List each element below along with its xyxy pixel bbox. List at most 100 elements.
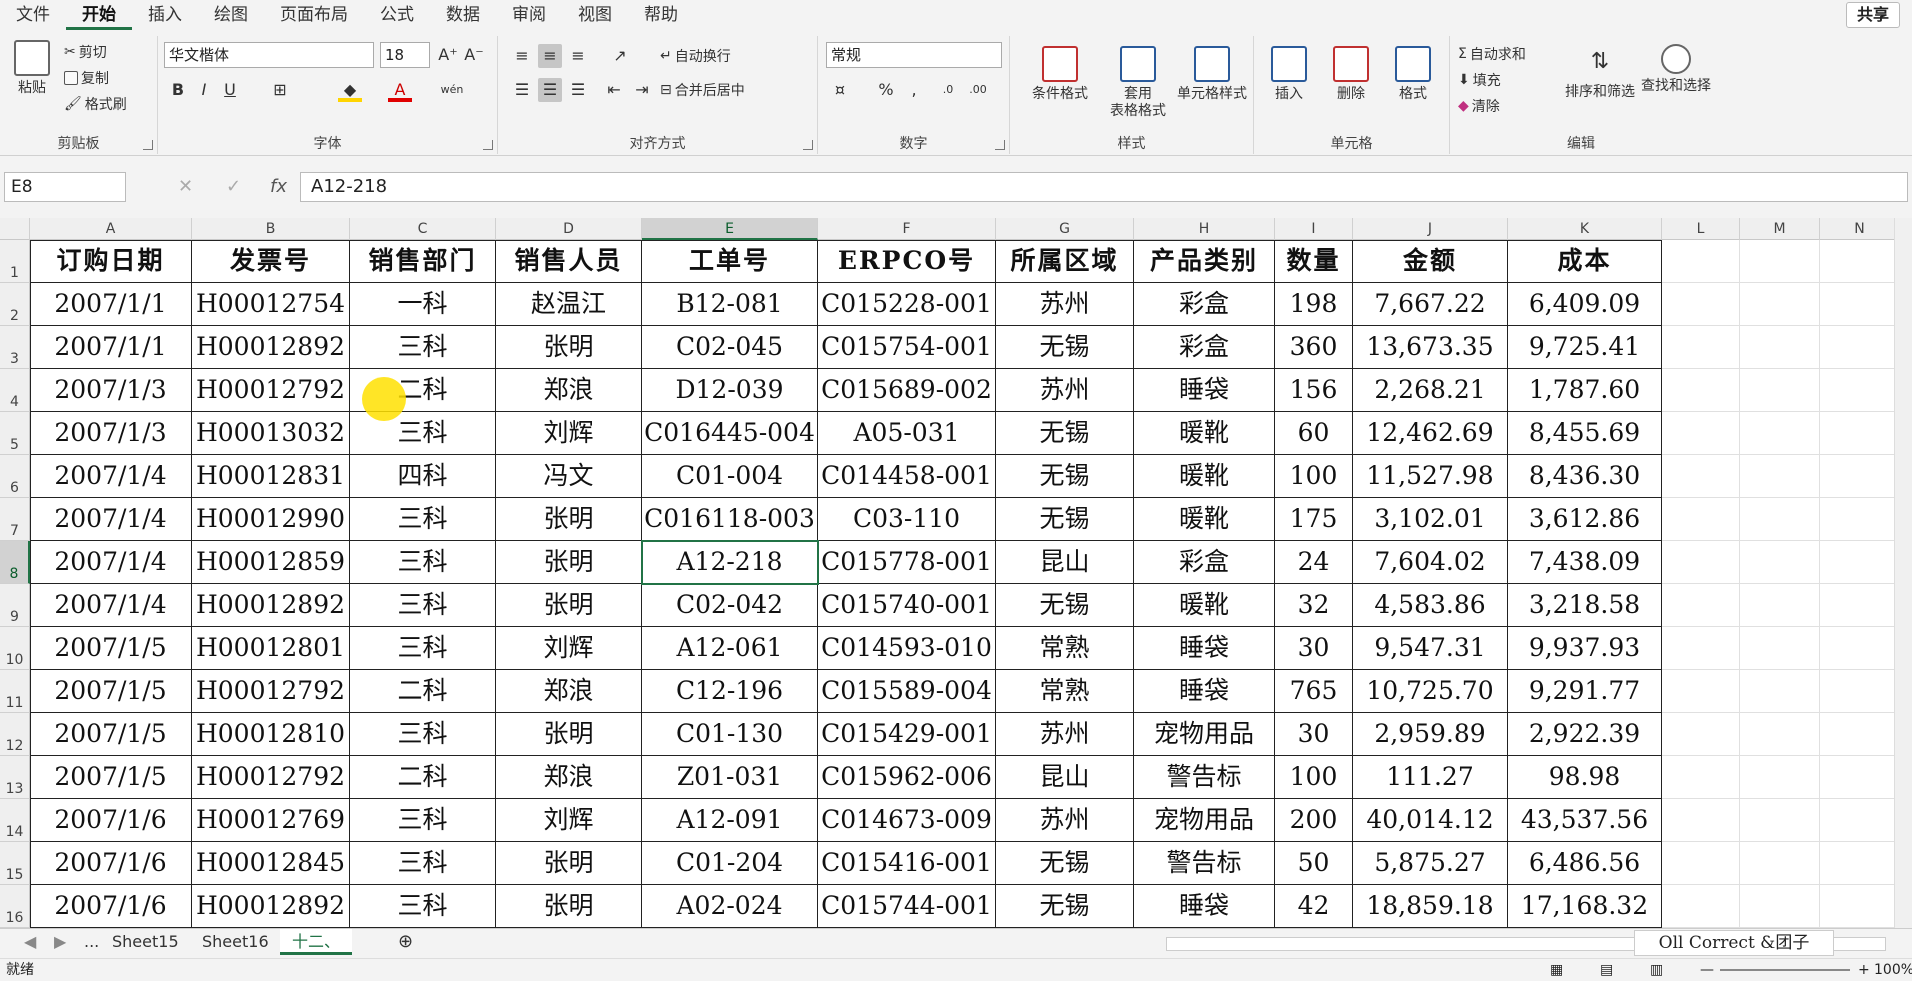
align-center-icon[interactable]: ☰	[538, 78, 562, 102]
table-cell[interactable]: A12-218	[642, 541, 818, 584]
table-cell[interactable]: 2007/1/6	[30, 799, 192, 842]
table-cell[interactable]: 2007/1/6	[30, 842, 192, 885]
table-cell[interactable]: 三科	[350, 885, 496, 928]
table-cell[interactable]: 8,455.69	[1508, 412, 1662, 455]
row-header[interactable]: 1	[0, 240, 30, 283]
table-cell[interactable]: Z01-031	[642, 756, 818, 799]
table-cell[interactable]: 常熟	[996, 627, 1134, 670]
table-cell[interactable]: 苏州	[996, 369, 1134, 412]
empty-cell[interactable]	[1662, 799, 1740, 842]
wrap-text-button[interactable]: ↵ 自动换行	[660, 46, 731, 66]
table-cell[interactable]: C015778-001	[818, 541, 996, 584]
table-cell[interactable]: 郑浪	[496, 369, 642, 412]
column-title-cell[interactable]: 产品类别	[1134, 240, 1275, 283]
column-header-H[interactable]: H	[1134, 218, 1275, 240]
table-cell[interactable]: 宠物用品	[1134, 799, 1275, 842]
table-cell[interactable]: H00012792	[192, 369, 350, 412]
table-cell[interactable]: 苏州	[996, 283, 1134, 326]
bold-button[interactable]: B	[166, 78, 190, 102]
name-box[interactable]: E8	[4, 172, 126, 202]
empty-cell[interactable]	[1740, 670, 1820, 713]
table-cell[interactable]: 三科	[350, 713, 496, 756]
column-header-F[interactable]: F	[818, 218, 996, 240]
table-cell[interactable]: C01-004	[642, 455, 818, 498]
table-cell[interactable]: C014593-010	[818, 627, 996, 670]
column-title-cell[interactable]: 销售人员	[496, 240, 642, 283]
table-cell[interactable]: 42	[1275, 885, 1353, 928]
empty-cell[interactable]	[1820, 455, 1900, 498]
column-header-D[interactable]: D	[496, 218, 642, 240]
empty-cell[interactable]	[1740, 369, 1820, 412]
table-cell[interactable]: 2007/1/4	[30, 498, 192, 541]
table-cell[interactable]: 苏州	[996, 799, 1134, 842]
table-cell[interactable]: C12-196	[642, 670, 818, 713]
empty-cell[interactable]	[1662, 584, 1740, 627]
empty-cell[interactable]	[1820, 498, 1900, 541]
italic-button[interactable]: I	[192, 78, 216, 102]
table-cell[interactable]: H00012892	[192, 326, 350, 369]
row-header[interactable]: 9	[0, 584, 30, 627]
column-header-N[interactable]: N	[1820, 218, 1900, 240]
table-cell[interactable]: 一科	[350, 283, 496, 326]
align-middle-icon[interactable]: ≡	[538, 44, 562, 68]
empty-cell[interactable]	[1820, 283, 1900, 326]
table-cell[interactable]: 二科	[350, 756, 496, 799]
column-header-G[interactable]: G	[996, 218, 1134, 240]
row-header[interactable]: 16	[0, 885, 30, 928]
table-cell[interactable]: C016118-003	[642, 498, 818, 541]
table-cell[interactable]: 18,859.18	[1353, 885, 1508, 928]
table-cell[interactable]: C02-042	[642, 584, 818, 627]
column-header-E[interactable]: E	[642, 218, 818, 240]
table-cell[interactable]: A05-031	[818, 412, 996, 455]
table-cell[interactable]: 100	[1275, 455, 1353, 498]
table-cell[interactable]: 5,875.27	[1353, 842, 1508, 885]
column-title-cell[interactable]: 工单号	[642, 240, 818, 283]
row-header[interactable]: 15	[0, 842, 30, 885]
increase-font-icon[interactable]: A⁺	[436, 43, 460, 67]
table-cell[interactable]: 2007/1/3	[30, 369, 192, 412]
table-cell[interactable]: 200	[1275, 799, 1353, 842]
table-cell[interactable]: 175	[1275, 498, 1353, 541]
align-top-icon[interactable]: ≡	[510, 44, 534, 68]
table-cell[interactable]: 10,725.70	[1353, 670, 1508, 713]
table-cell[interactable]: A02-024	[642, 885, 818, 928]
zoom-out-icon[interactable]: —	[1700, 959, 1714, 981]
table-cell[interactable]: 暖靴	[1134, 455, 1275, 498]
table-cell[interactable]: 三科	[350, 498, 496, 541]
font-name-select[interactable]: 华文楷体	[164, 42, 374, 68]
table-cell[interactable]: 宠物用品	[1134, 713, 1275, 756]
table-cell[interactable]: 3,102.01	[1353, 498, 1508, 541]
table-cell[interactable]: 2007/1/1	[30, 283, 192, 326]
table-cell[interactable]: 三科	[350, 627, 496, 670]
table-cell[interactable]: H00012990	[192, 498, 350, 541]
increase-decimal-icon[interactable]: .0	[936, 78, 960, 102]
table-cell[interactable]: 2007/1/5	[30, 627, 192, 670]
table-cell[interactable]: 9,725.41	[1508, 326, 1662, 369]
table-cell[interactable]: C015744-001	[818, 885, 996, 928]
alignment-launcher-icon[interactable]	[803, 140, 813, 150]
select-all-corner[interactable]	[0, 218, 30, 240]
empty-cell[interactable]	[1740, 627, 1820, 670]
table-cell[interactable]: B12-081	[642, 283, 818, 326]
table-cell[interactable]: 睡袋	[1134, 627, 1275, 670]
table-cell[interactable]: 2007/1/4	[30, 584, 192, 627]
menu-tab[interactable]: 帮助	[628, 0, 694, 30]
row-header[interactable]: 6	[0, 455, 30, 498]
empty-cell[interactable]	[1662, 240, 1740, 283]
empty-cell[interactable]	[1820, 584, 1900, 627]
empty-cell[interactable]	[1820, 842, 1900, 885]
empty-cell[interactable]	[1820, 799, 1900, 842]
delete-cells-button[interactable]: 删除	[1320, 46, 1382, 103]
row-header[interactable]: 2	[0, 283, 30, 326]
table-cell[interactable]: 刘辉	[496, 412, 642, 455]
empty-cell[interactable]	[1820, 369, 1900, 412]
fx-icon[interactable]: fx	[270, 176, 287, 197]
table-cell[interactable]: H00012792	[192, 670, 350, 713]
table-cell[interactable]: H00012801	[192, 627, 350, 670]
decrease-decimal-icon[interactable]: .00	[966, 78, 990, 102]
table-cell[interactable]: 无锡	[996, 842, 1134, 885]
table-cell[interactable]: 7,438.09	[1508, 541, 1662, 584]
row-header[interactable]: 14	[0, 799, 30, 842]
empty-cell[interactable]	[1740, 240, 1820, 283]
empty-cell[interactable]	[1662, 455, 1740, 498]
